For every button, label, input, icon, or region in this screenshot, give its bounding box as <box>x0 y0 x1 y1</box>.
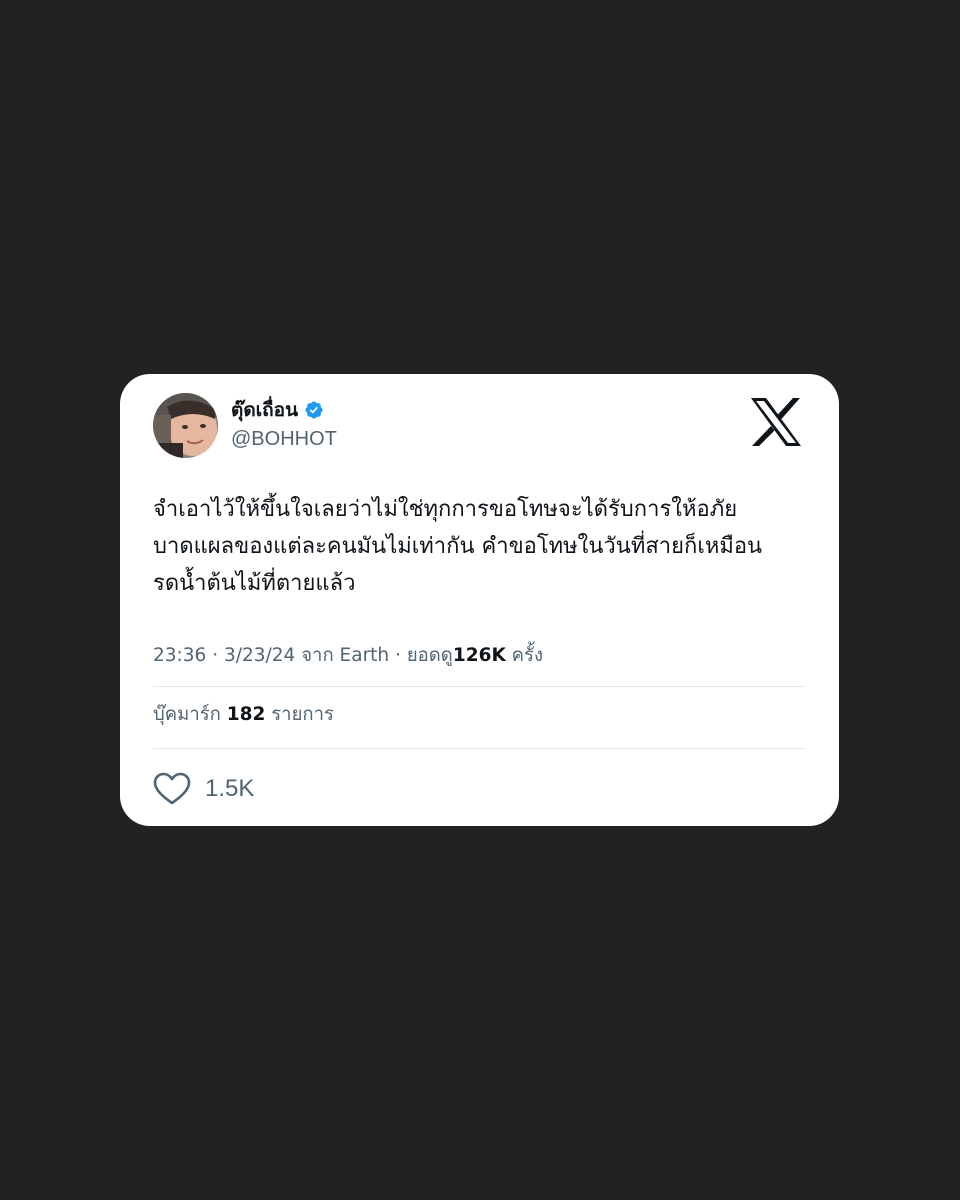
bookmarks-count: 182 <box>226 704 266 725</box>
author-name-row: ตุ๊ดเถื่อน <box>231 396 324 424</box>
like-count: 1.5K <box>205 775 255 802</box>
divider <box>153 748 806 749</box>
tweet-date[interactable]: 3/23/24 <box>224 645 295 666</box>
divider <box>153 686 806 687</box>
author-handle[interactable]: @BOHHOT <box>231 426 337 452</box>
views-prefix: ยอดดู <box>406 645 453 666</box>
bookmarks-suffix: รายการ <box>271 704 334 725</box>
tweet-source: Earth <box>339 645 390 666</box>
heart-icon <box>153 772 191 805</box>
tweet-meta: 23:36 · 3/23/24 จาก Earth · ยอดดู126K คร… <box>153 641 543 671</box>
verified-badge-icon <box>304 400 324 420</box>
bookmarks-prefix: บุ๊คมาร์ก <box>153 704 221 725</box>
avatar[interactable] <box>153 393 218 458</box>
like-button[interactable]: 1.5K <box>153 772 254 806</box>
tweet-card: ตุ๊ดเถื่อน @BOHHOT จำเอาไว้ให้ขึ้นใจเลยว… <box>120 374 839 826</box>
views-suffix: ครั้ง <box>511 645 544 666</box>
tweet-time[interactable]: 23:36 <box>153 645 206 666</box>
page-background: ตุ๊ดเถื่อน @BOHHOT จำเอาไว้ให้ขึ้นใจเลยว… <box>0 0 960 1200</box>
tweet-text: จำเอาไว้ให้ขึ้นใจเลยว่าไม่ใช่ทุกการขอโทษ… <box>153 497 763 596</box>
views-count: 126K <box>452 645 506 666</box>
profile-photo <box>153 393 218 458</box>
meta-separator: · <box>212 645 219 666</box>
x-logo-icon[interactable] <box>750 398 802 446</box>
bookmarks-row[interactable]: บุ๊คมาร์ก 182 รายการ <box>153 700 334 730</box>
source-prefix: จาก <box>301 645 334 666</box>
meta-separator: · <box>395 645 401 666</box>
author-display-name[interactable]: ตุ๊ดเถื่อน <box>231 396 298 424</box>
